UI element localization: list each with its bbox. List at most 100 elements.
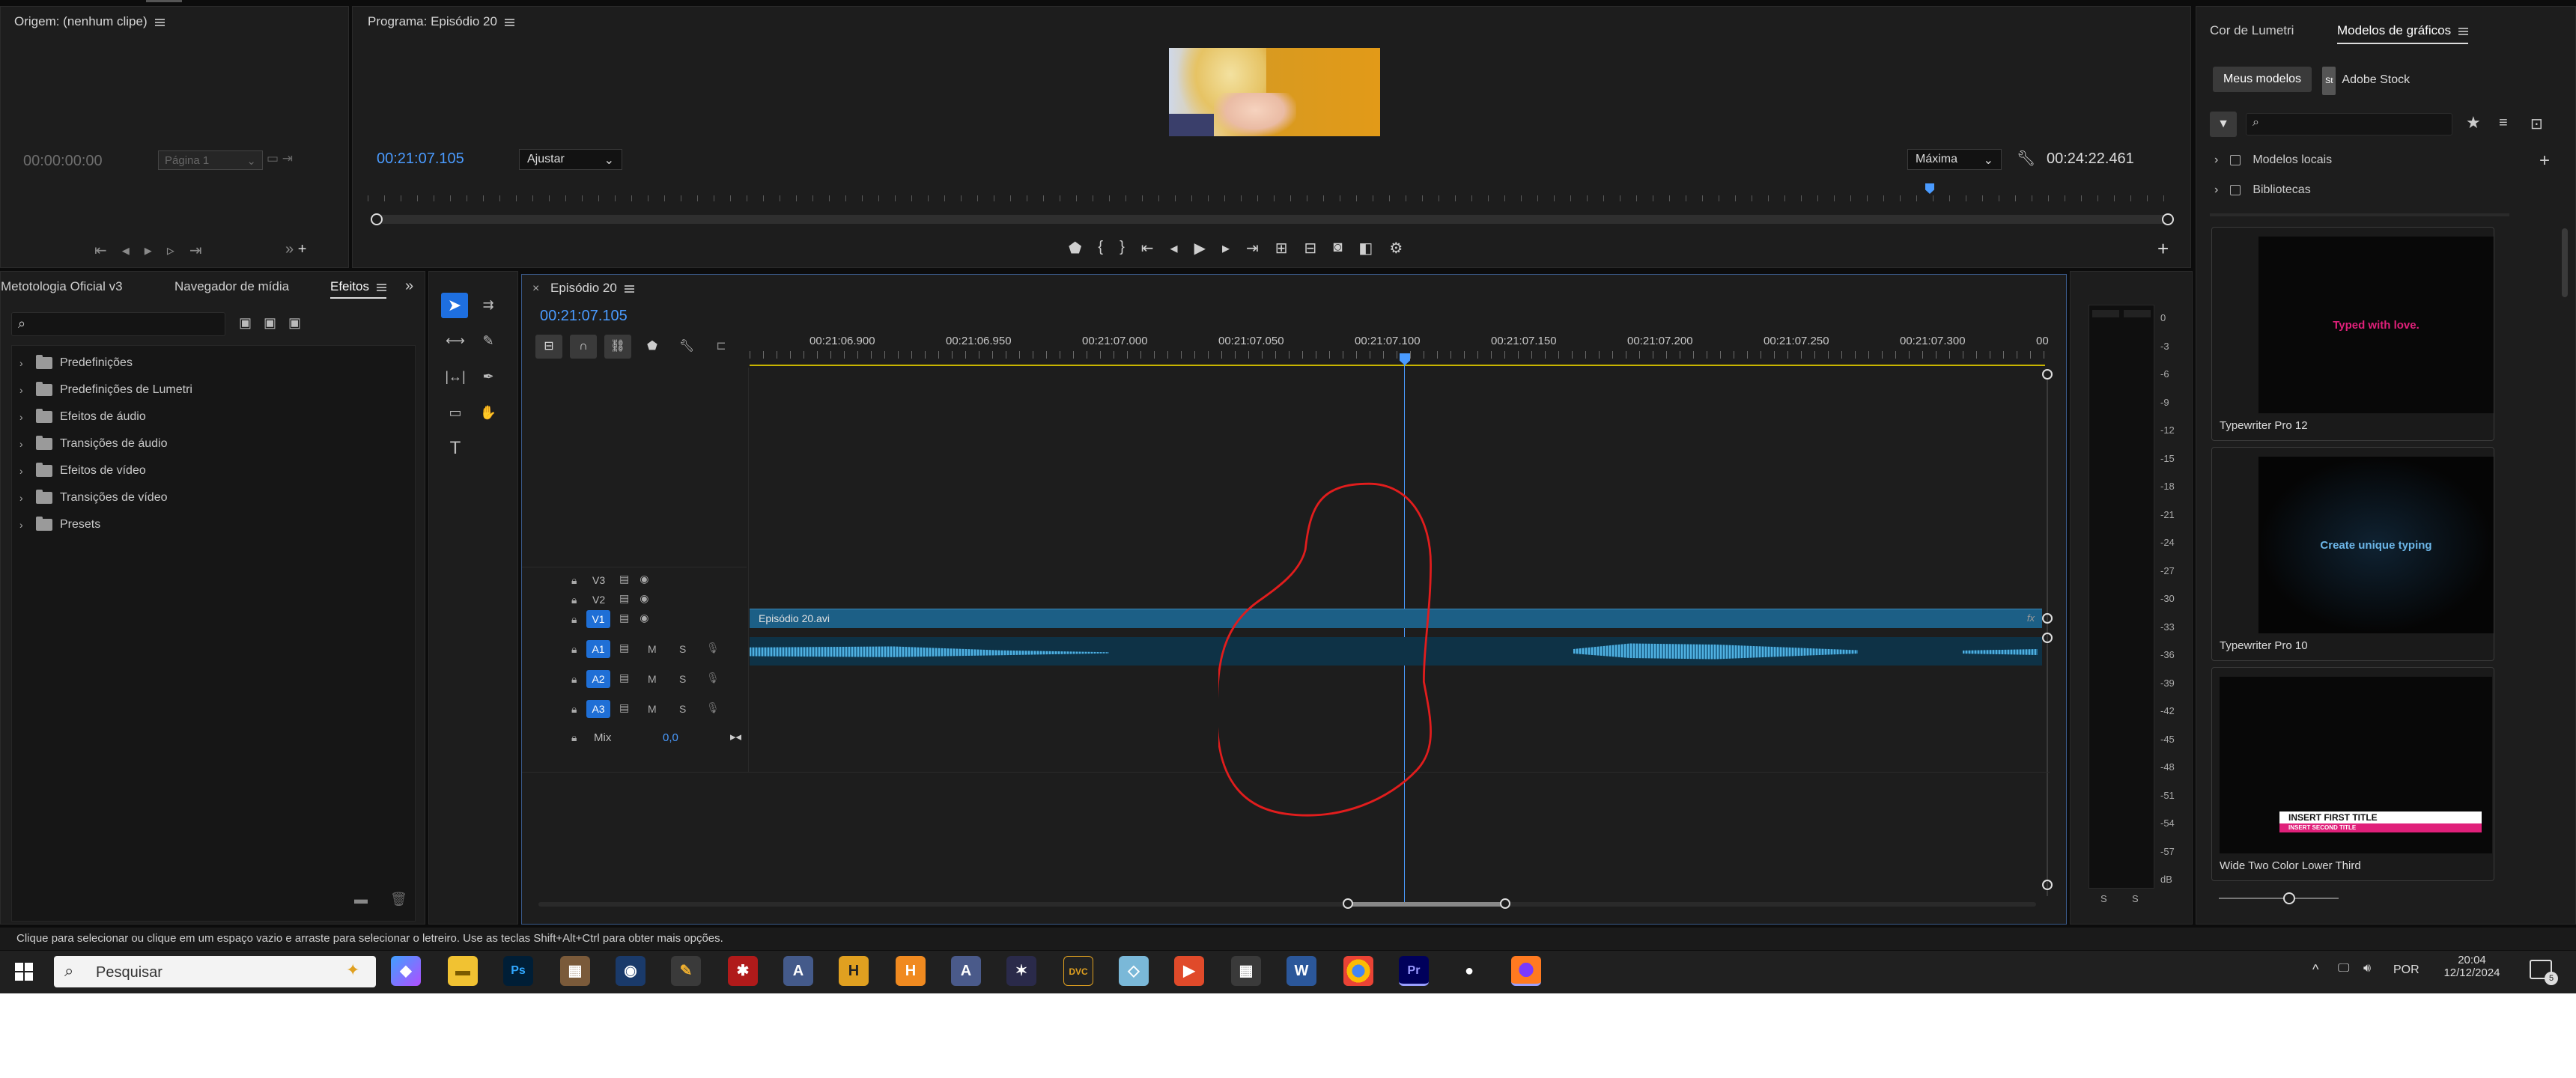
list-view-icon[interactable]: ≡ xyxy=(2499,115,2508,132)
wrench-icon[interactable]: 🔧︎ xyxy=(673,335,700,359)
thumbnail-size-slider[interactable] xyxy=(2219,892,2339,904)
photoshop-icon[interactable]: Ps xyxy=(503,956,533,986)
filter-icon[interactable]: ▼ xyxy=(2210,112,2237,137)
track-label-a3[interactable]: A3 xyxy=(586,700,610,718)
app-icon[interactable]: DVC xyxy=(1063,956,1093,986)
fit-select[interactable]: Ajustar ⌄ xyxy=(519,149,622,170)
ripple-edit-tool-icon[interactable]: ⟷ xyxy=(444,333,467,348)
mix-go-to-icon[interactable]: ▸◂ xyxy=(730,730,741,743)
track-height-handle[interactable] xyxy=(2042,633,2053,643)
source-settings-icon[interactable]: ▭ ⇥ xyxy=(267,151,293,166)
step-forward-icon[interactable]: ▸ xyxy=(1222,239,1230,261)
word-icon[interactable]: W xyxy=(1287,956,1316,986)
track-label-a2[interactable]: A2 xyxy=(586,670,610,688)
volume-icon[interactable]: 🔊︎ xyxy=(2363,962,2371,975)
slip-tool-icon[interactable]: |↔| xyxy=(444,369,467,384)
go-to-out-icon[interactable]: ⇥ xyxy=(1246,239,1259,261)
close-tab-icon[interactable]: × xyxy=(532,282,539,296)
go-to-in-icon[interactable]: ⇤ xyxy=(1141,239,1154,261)
settings-icon[interactable]: ⚙ xyxy=(1389,239,1403,261)
type-tool-icon[interactable]: T xyxy=(444,439,467,457)
add-icon[interactable]: + xyxy=(2539,150,2550,171)
windows-icon[interactable] xyxy=(15,963,33,981)
tree-item-libraries[interactable]: › Bibliotecas xyxy=(2214,183,2311,197)
vertical-scrollbar[interactable] xyxy=(2562,228,2568,297)
capture-icon[interactable]: ◉ xyxy=(616,956,645,986)
panel-overflow-icon[interactable]: » xyxy=(405,278,413,295)
app-icon[interactable]: ◇ xyxy=(1119,956,1149,986)
source-timecode[interactable]: 00:00:00:00 xyxy=(23,153,103,170)
tree-item-local-templates[interactable]: › Modelos locais xyxy=(2214,153,2332,167)
tab-project[interactable]: Metotologia Oficial v3 xyxy=(1,279,123,294)
add-button-icon[interactable]: + xyxy=(2157,237,2169,261)
templates-search-input[interactable]: ⌕ xyxy=(2246,113,2452,135)
panel-menu-icon[interactable] xyxy=(376,283,386,291)
timeline-tab[interactable]: Episódio 20 xyxy=(550,281,634,296)
extract-icon[interactable]: ⊟ xyxy=(1304,239,1317,261)
mute-button[interactable]: M xyxy=(648,703,657,715)
chevron-right-icon[interactable]: › xyxy=(19,519,28,531)
work-area-bar[interactable] xyxy=(750,365,2045,366)
effects-filter-icons[interactable]: ▣▣▣ xyxy=(239,315,313,331)
timeline-ruler[interactable]: 00:21:06.900 00:21:06.950 00:21:07.000 0… xyxy=(750,335,2054,368)
app-icon[interactable]: ● xyxy=(1454,956,1484,986)
camera-icon[interactable]: ◙ xyxy=(1333,239,1342,261)
adobe-stock-tab[interactable]: St Adobe Stock xyxy=(2322,67,2410,95)
tray-chevron-icon[interactable]: ^ xyxy=(2312,962,2318,978)
program-ruler[interactable] xyxy=(368,185,2177,201)
network-icon[interactable]: 🖵 xyxy=(2338,962,2349,975)
new-item-icon[interactable]: ⊡ xyxy=(2530,115,2543,133)
slider-thumb[interactable] xyxy=(2283,892,2295,904)
mute-button[interactable]: M xyxy=(648,673,657,685)
marker-icon[interactable]: ⬟ xyxy=(1069,239,1081,261)
lock-icon[interactable]: 🔒︎ xyxy=(571,613,577,626)
track-sync-icon[interactable]: ▤ xyxy=(619,642,629,654)
panel-menu-icon[interactable] xyxy=(624,284,634,293)
panel-menu-icon[interactable] xyxy=(154,18,165,26)
lock-icon[interactable]: 🔒︎ xyxy=(571,703,577,716)
new-bin-icon[interactable]: ▬ xyxy=(354,892,368,907)
scroll-thumb[interactable] xyxy=(1347,902,1504,907)
compare-icon[interactable]: ◧ xyxy=(1358,239,1373,261)
zoom-handle-left[interactable] xyxy=(371,213,383,225)
template-card[interactable]: Typed with love. Typewriter Pro 12 xyxy=(2211,227,2494,441)
meter-solo-button[interactable]: S xyxy=(2132,893,2139,904)
panel-menu-icon[interactable] xyxy=(504,18,514,26)
app-icon[interactable]: ✱ xyxy=(728,956,758,986)
track-toggles[interactable]: ▤◉ xyxy=(619,612,659,624)
track-sync-icon[interactable]: ▤ xyxy=(619,701,629,714)
chrome-icon[interactable] xyxy=(1343,956,1373,986)
microphone-icon[interactable]: 🎙︎ xyxy=(706,672,720,684)
tab-media-browser[interactable]: Navegador de mídia xyxy=(174,279,289,294)
copilot-icon[interactable]: ◆ xyxy=(391,956,421,986)
app-icon[interactable]: ✶ xyxy=(1006,956,1036,986)
track-sync-icon[interactable]: ▤ xyxy=(619,672,629,684)
taskbar-search[interactable]: ⌕ Pesquisar ✦ xyxy=(54,956,376,987)
play-icon[interactable]: ▶ xyxy=(1194,239,1206,261)
program-zoom-bar[interactable] xyxy=(371,213,2174,225)
quality-select[interactable]: Máxima ⌄ xyxy=(1907,149,2002,170)
chevron-right-icon[interactable]: › xyxy=(2214,183,2218,197)
app-icon[interactable]: A xyxy=(783,956,813,986)
chevron-right-icon[interactable]: › xyxy=(19,384,28,396)
track-label-v2[interactable]: V2 xyxy=(592,594,605,606)
app-icon[interactable]: H xyxy=(896,956,926,986)
tree-item-audio-transitions[interactable]: › Transições de áudio xyxy=(19,434,168,454)
scroll-handle-left[interactable] xyxy=(1343,898,1353,909)
lock-icon[interactable]: 🔒︎ xyxy=(571,673,577,686)
language-indicator[interactable]: POR xyxy=(2393,963,2419,977)
timeline-timecode[interactable]: 00:21:07.105 xyxy=(540,308,628,325)
tree-item-video-effects[interactable]: › Efeitos de vídeo xyxy=(19,461,146,481)
track-toggles[interactable]: ▤◉ xyxy=(619,592,659,605)
chevron-right-icon[interactable]: › xyxy=(19,357,28,369)
program-timecode[interactable]: 00:21:07.105 xyxy=(377,150,464,168)
chevron-right-icon[interactable]: › xyxy=(19,411,28,423)
microphone-icon[interactable]: 🎙︎ xyxy=(706,642,720,654)
lock-icon[interactable]: 🔒︎ xyxy=(571,643,577,656)
trash-icon[interactable]: 🗑︎ xyxy=(390,892,407,907)
tree-item-video-transitions[interactable]: › Transições de vídeo xyxy=(19,488,167,508)
star-icon[interactable]: ★ xyxy=(2466,113,2481,133)
mark-out-icon[interactable]: } xyxy=(1120,239,1125,261)
tab-graphics-templates[interactable]: Modelos de gráficos xyxy=(2337,23,2469,44)
brush-icon[interactable]: ✎ xyxy=(671,956,701,986)
